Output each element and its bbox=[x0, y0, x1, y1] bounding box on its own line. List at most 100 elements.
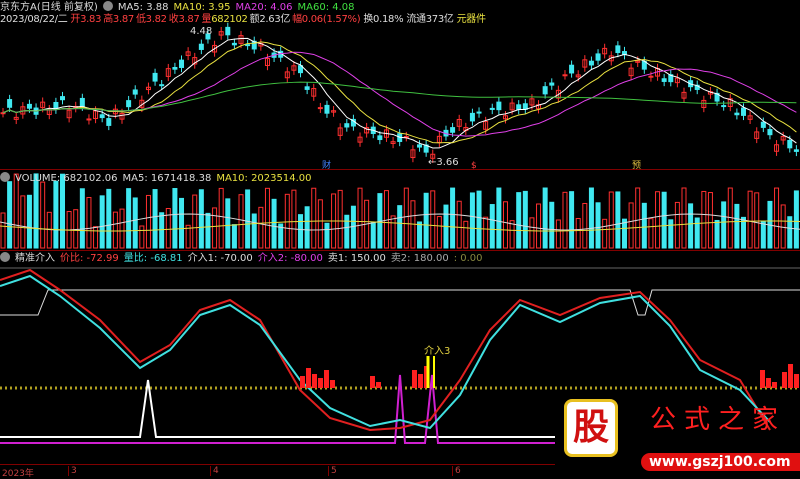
volume-bar bbox=[701, 190, 707, 249]
candle bbox=[721, 105, 727, 108]
volume-value: VOLUME: 682102.06 bbox=[15, 173, 118, 184]
candle bbox=[245, 44, 251, 47]
volume-bar bbox=[106, 188, 112, 249]
volume-bar bbox=[793, 190, 799, 249]
volume-bar bbox=[344, 214, 350, 249]
volume-bar bbox=[423, 192, 429, 249]
candle bbox=[179, 59, 185, 68]
volume-bar bbox=[635, 187, 641, 249]
volume-bar bbox=[707, 192, 713, 249]
signal-bar bbox=[760, 370, 765, 388]
candle bbox=[469, 112, 475, 122]
volume-bar bbox=[26, 194, 32, 249]
ma10-line bbox=[2, 41, 797, 144]
candle bbox=[767, 129, 773, 136]
volume-bar bbox=[628, 202, 634, 249]
candle bbox=[152, 72, 158, 82]
volume-bar bbox=[245, 189, 251, 249]
volume-bar bbox=[119, 208, 125, 249]
volume-bar bbox=[93, 226, 99, 249]
indicator-name[interactable]: 精准介入 bbox=[15, 253, 55, 264]
panel-divider bbox=[0, 250, 800, 251]
candle bbox=[60, 96, 66, 101]
volume-ma10: MA10: 2023514.00 bbox=[216, 173, 312, 184]
volume-bar bbox=[324, 222, 330, 249]
volume-bar bbox=[132, 197, 138, 249]
candle bbox=[324, 104, 330, 114]
candle bbox=[7, 99, 13, 108]
volume-bar bbox=[747, 190, 753, 249]
volume-bar bbox=[615, 191, 621, 249]
signal-bar bbox=[312, 374, 317, 388]
volume-bar bbox=[60, 173, 66, 249]
volume-bar bbox=[251, 213, 257, 249]
volume-toggle-icon[interactable] bbox=[0, 172, 10, 182]
volume-bar bbox=[575, 217, 581, 249]
volume-bar bbox=[298, 214, 304, 249]
candle bbox=[79, 97, 85, 107]
candle bbox=[661, 78, 667, 82]
candle bbox=[132, 89, 138, 95]
volume-bar bbox=[754, 192, 760, 249]
candle bbox=[377, 135, 383, 141]
volume-bar bbox=[152, 189, 158, 249]
volume-bar bbox=[417, 221, 423, 249]
volume-bar bbox=[430, 190, 436, 249]
volume-bar bbox=[172, 188, 178, 249]
volume-bar bbox=[33, 173, 39, 249]
volume-bar bbox=[397, 205, 403, 249]
volume-bar bbox=[668, 219, 674, 249]
volume-bar bbox=[231, 224, 237, 249]
candle bbox=[172, 67, 178, 70]
volume-bar bbox=[483, 216, 489, 249]
volume-bar bbox=[311, 187, 317, 249]
axis-month-5: 5 bbox=[328, 466, 337, 476]
candle bbox=[159, 84, 165, 87]
volume-bar bbox=[582, 202, 588, 249]
signal-bar bbox=[418, 374, 423, 388]
low-price-label: ←3.66 bbox=[428, 157, 459, 168]
candle bbox=[198, 43, 204, 50]
volume-bar bbox=[46, 211, 52, 249]
volume-bar bbox=[555, 219, 561, 249]
candle bbox=[522, 103, 528, 110]
high-price-label: 4.48 bbox=[190, 26, 212, 37]
volume-bar bbox=[529, 217, 535, 249]
volume-bar bbox=[357, 187, 363, 249]
signal-bar bbox=[766, 378, 771, 388]
volume-bar bbox=[509, 220, 515, 249]
extra-value: : 0.00 bbox=[453, 253, 483, 264]
candle bbox=[734, 112, 740, 116]
volume-bar bbox=[0, 212, 6, 249]
candle bbox=[476, 111, 482, 114]
volume-bar bbox=[20, 195, 26, 249]
volume-bar bbox=[139, 225, 145, 249]
volume-bar bbox=[688, 203, 694, 249]
logo-gu-icon: 股 bbox=[564, 399, 618, 457]
volume-bar bbox=[179, 197, 185, 249]
volume-bar bbox=[436, 216, 442, 249]
signal-bar bbox=[782, 372, 787, 388]
signal-bar bbox=[306, 368, 311, 388]
candle bbox=[793, 149, 799, 152]
volume-bar bbox=[218, 187, 224, 249]
signal-bar bbox=[370, 376, 375, 388]
jieru1-value: 介入1: -70.00 bbox=[187, 253, 253, 264]
signal-bar bbox=[376, 382, 381, 388]
indicator-toggle-icon[interactable] bbox=[0, 252, 10, 262]
volume-bar bbox=[383, 190, 389, 249]
volume-bar bbox=[192, 194, 198, 249]
volume-bar bbox=[641, 202, 647, 249]
volume-bar bbox=[450, 187, 456, 249]
signal-bar bbox=[772, 382, 777, 388]
candle bbox=[99, 114, 105, 119]
signal-bar bbox=[318, 378, 323, 388]
mai2-value: 卖2: 180.00 bbox=[390, 253, 449, 264]
indicator-header: 精准介入 价比: -72.99 量比: -68.81 介入1: -70.00 介入2: … bbox=[0, 252, 488, 265]
volume-bar bbox=[740, 216, 746, 249]
volume-bar bbox=[86, 197, 92, 249]
candle bbox=[562, 74, 568, 77]
volume-bar bbox=[463, 220, 469, 249]
candle bbox=[417, 144, 423, 148]
volume-bar bbox=[264, 187, 270, 249]
